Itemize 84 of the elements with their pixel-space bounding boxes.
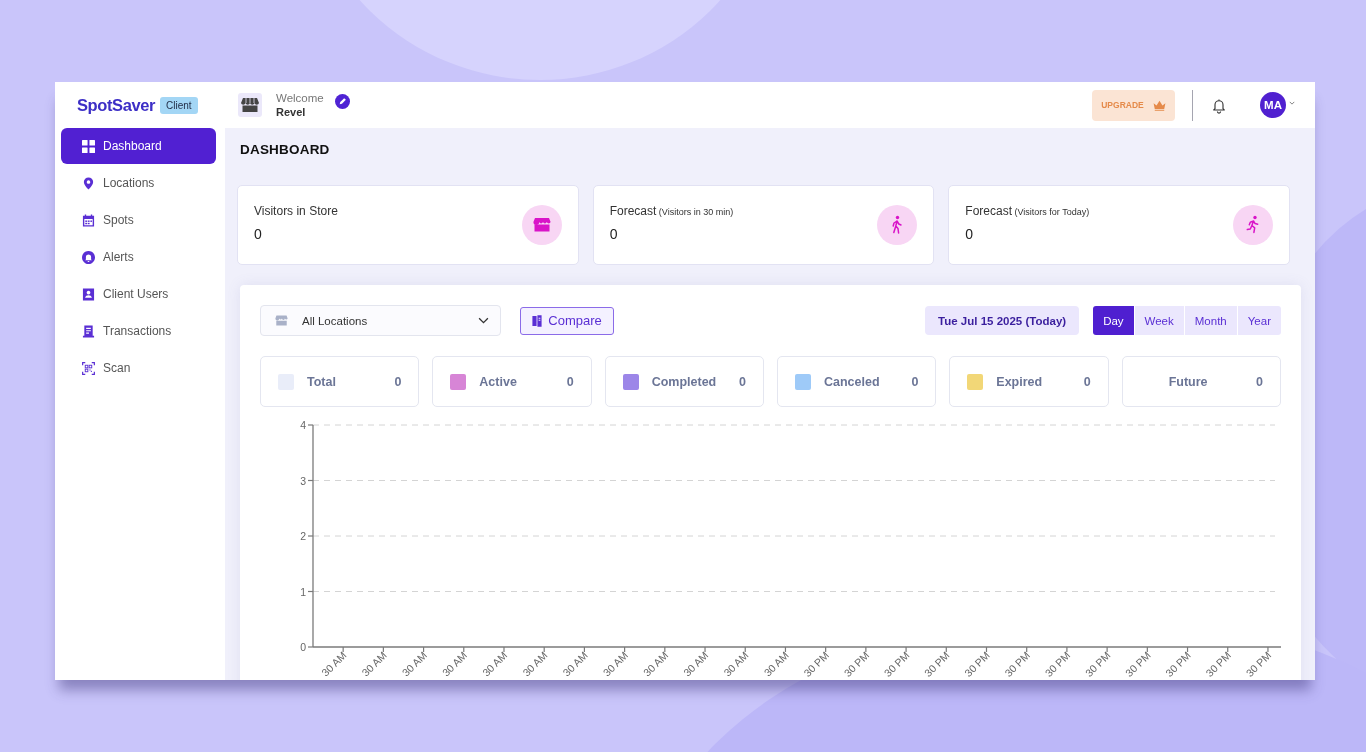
receipt-icon xyxy=(82,324,95,338)
x-axis-label: 30 PM xyxy=(1002,648,1033,679)
legend-label: Total xyxy=(307,374,337,389)
x-axis-label: 30 PM xyxy=(921,648,952,679)
bell-icon xyxy=(82,250,95,264)
legend-value: 0 xyxy=(1256,374,1263,389)
date-button[interactable]: Tue Jul 15 2025 (Today) xyxy=(925,306,1080,335)
stat-label: Forecast (Visitors in 30 min) xyxy=(609,204,734,218)
x-axis-label: 30 PM xyxy=(1243,648,1274,679)
running-person-icon xyxy=(1233,205,1273,245)
x-axis-label: 30 AM xyxy=(560,648,590,679)
logo[interactable]: SpotSaver xyxy=(77,95,155,115)
x-axis-label: 30 AM xyxy=(359,648,389,679)
grid-icon xyxy=(82,139,95,153)
legend-label: Completed xyxy=(651,374,718,389)
legend-value: 0 xyxy=(739,374,746,389)
x-axis-label: 30 PM xyxy=(1042,648,1073,679)
period-tab[interactable]: Month xyxy=(1183,306,1237,335)
edit-icon[interactable] xyxy=(334,93,350,109)
columns-icon xyxy=(532,314,543,327)
chevron-down-icon xyxy=(478,317,489,324)
x-axis-label: 30 AM xyxy=(640,648,671,679)
y-axis-label: 1 xyxy=(300,585,306,598)
store-name: Revel xyxy=(276,105,307,119)
sidebar-item[interactable]: Spots xyxy=(61,202,216,238)
stat-value: 0 xyxy=(254,226,263,242)
y-axis-label: 0 xyxy=(300,641,306,653)
store-icon xyxy=(521,205,562,245)
qr-scan-icon xyxy=(82,361,95,375)
x-axis-label: 30 AM xyxy=(439,648,470,679)
x-axis-label: 30 PM xyxy=(1082,648,1113,679)
x-axis-label: 30 PM xyxy=(801,648,832,679)
walking-person-icon xyxy=(877,205,918,245)
stat-label: Visitors in Store xyxy=(254,204,338,218)
legend-label: Canceled xyxy=(824,374,881,389)
legend-label: Active xyxy=(479,374,518,389)
x-axis-label: 30 AM xyxy=(479,648,510,679)
store-icon xyxy=(238,93,262,117)
location-select[interactable]: All Locations xyxy=(260,305,501,336)
x-axis-label: 30 PM xyxy=(961,648,992,679)
x-axis-label: 30 AM xyxy=(600,648,631,679)
sidebar-item[interactable]: Scan xyxy=(61,350,216,386)
legend-label: Future xyxy=(1168,374,1209,389)
caret-icon[interactable] xyxy=(1289,101,1295,105)
x-axis-label: 30 AM xyxy=(520,648,550,679)
x-axis-label: 30 PM xyxy=(841,648,872,679)
user-avatar[interactable]: MA xyxy=(1260,92,1286,118)
legend-value: 0 xyxy=(394,374,402,389)
map-pin-icon xyxy=(82,176,95,190)
sidebar-item[interactable]: Locations xyxy=(61,165,216,201)
period-tab[interactable]: Day xyxy=(1093,306,1134,335)
y-axis-label: 4 xyxy=(300,419,306,431)
stat-value: 0 xyxy=(609,226,619,242)
crown-icon xyxy=(1152,99,1166,111)
sidebar-item[interactable]: Client Users xyxy=(61,276,216,312)
compare-button[interactable]: Compare xyxy=(520,306,614,335)
legend-value: 0 xyxy=(566,374,574,389)
calendar-icon xyxy=(82,213,95,227)
stat-label: Forecast (Visitors for Today) xyxy=(965,204,1090,218)
period-tab[interactable]: Week xyxy=(1133,306,1184,335)
legend-value: 0 xyxy=(911,374,919,389)
y-axis-label: 3 xyxy=(300,474,306,487)
welcome-label: Welcome xyxy=(276,91,324,105)
x-axis-label: 30 AM xyxy=(319,648,349,679)
x-axis-label: 30 PM xyxy=(1163,648,1193,679)
x-axis-label: 30 AM xyxy=(399,648,429,679)
store-icon xyxy=(275,315,288,326)
legend-value: 0 xyxy=(1083,374,1091,389)
sidebar-item[interactable]: Transactions xyxy=(61,313,216,349)
stat-value: 0 xyxy=(965,226,975,242)
x-axis-label: 30 AM xyxy=(721,648,751,679)
page-title: DASHBOARD xyxy=(239,142,331,158)
x-axis-label: 30 PM xyxy=(1122,648,1153,679)
period-tab[interactable]: Year xyxy=(1236,306,1281,335)
x-axis-label: 30 AM xyxy=(761,648,791,679)
y-axis-label: 2 xyxy=(300,530,306,542)
sidebar-item[interactable]: Alerts xyxy=(61,239,216,275)
legend-label: Expired xyxy=(996,374,1044,389)
x-axis-label: 30 AM xyxy=(680,648,711,679)
contact-card-icon xyxy=(82,287,95,301)
x-axis-label: 30 PM xyxy=(1203,648,1234,679)
role-badge: Client xyxy=(160,96,198,114)
sidebar-item[interactable]: Dashboard xyxy=(61,128,216,164)
x-axis-label: 30 PM xyxy=(881,648,912,679)
